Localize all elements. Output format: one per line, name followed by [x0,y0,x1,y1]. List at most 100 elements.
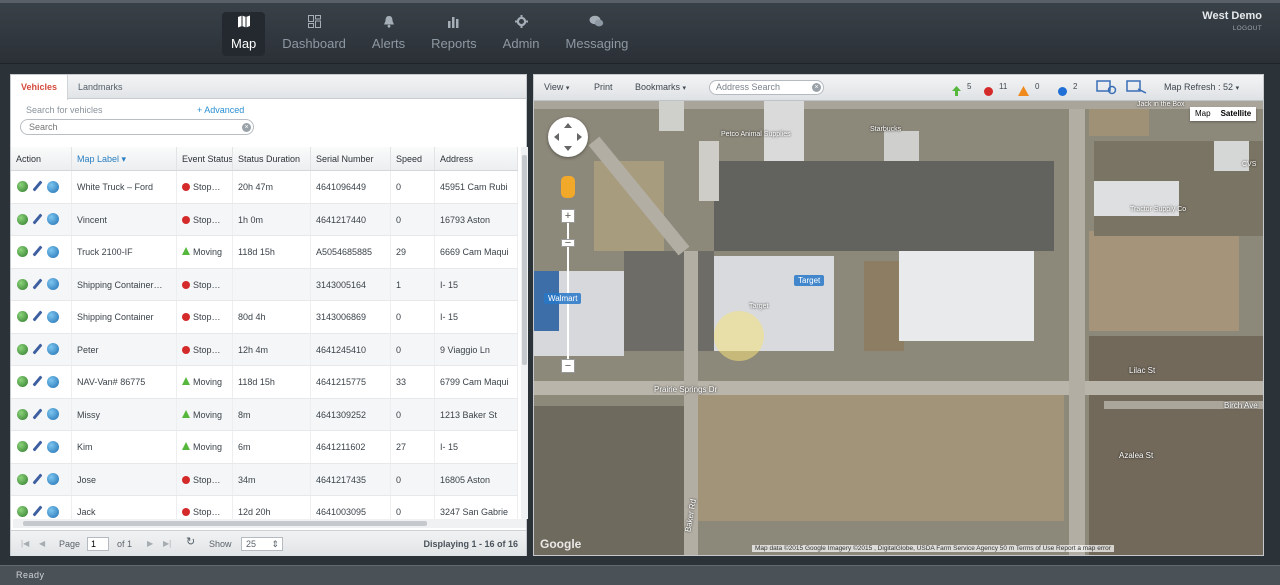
vehicle-info-icon[interactable] [47,310,59,323]
clear-address-icon[interactable]: × [812,83,821,92]
vehicle-info-icon[interactable] [47,375,59,388]
edit-pencil-icon[interactable] [32,181,43,192]
bookmarks-menu[interactable]: Bookmarks ▾ [635,82,686,92]
vertical-scroll-thumb[interactable] [522,155,527,365]
locate-on-map-icon[interactable] [17,213,28,225]
edit-pencil-icon[interactable] [32,311,43,322]
poi-tractor[interactable]: Tractor Supply Co [1130,206,1186,213]
table-row[interactable]: Shipping Container Stop… 80d 4h 3143006869 0… [11,301,518,334]
cell-map-label[interactable]: White Truck – Ford [72,171,177,203]
col-event-status[interactable]: Event Status [177,147,233,170]
edit-pencil-icon[interactable] [32,246,43,257]
last-page-icon[interactable]: ▶| [163,539,173,549]
vehicle-info-icon[interactable] [47,213,59,226]
col-status-duration[interactable]: Status Duration [233,147,311,170]
stopped-count-icon[interactable] [984,83,993,101]
street-view-pegman-icon[interactable] [561,176,575,198]
col-address[interactable]: Address [435,147,518,170]
tab-landmarks[interactable]: Landmarks [68,75,133,99]
nav-dashboard[interactable]: Dashboard [273,12,355,56]
nav-messaging[interactable]: Messaging [557,12,638,56]
edit-pencil-icon[interactable] [32,474,43,485]
locate-on-map-icon[interactable] [17,376,28,388]
zoom-in-button[interactable]: + [561,209,575,223]
map-refresh-countdown[interactable]: Map Refresh : 52 ▾ [1164,82,1239,92]
poi-walmart[interactable]: Walmart [544,293,582,304]
table-row[interactable]: Kim Moving 6m 4641211602 27 I- 15 [11,431,518,464]
col-speed[interactable]: Speed [391,147,435,170]
cell-map-label[interactable]: Shipping Container [72,301,177,333]
address-search-input[interactable]: Address Search × [709,80,824,95]
edit-pencil-icon[interactable] [32,506,43,517]
advanced-search-link[interactable]: + Advanced [197,105,244,115]
poi-target[interactable]: Target [749,303,768,310]
locate-on-map-icon[interactable] [17,311,28,323]
locate-on-map-icon[interactable] [17,181,28,193]
edit-pencil-icon[interactable] [32,441,43,452]
table-row[interactable]: Truck 2100-IF Moving 118d 15h A5054685885 29… [11,236,518,269]
cell-map-label[interactable]: Missy [72,398,177,430]
edit-pencil-icon[interactable] [32,409,43,420]
cell-map-label[interactable]: Vincent [72,203,177,235]
cell-map-label[interactable]: Truck 2100-IF [72,236,177,268]
cell-map-label[interactable]: Peter [72,333,177,365]
poi-petco[interactable]: Petco Animal Supplies [721,131,791,138]
cell-map-label[interactable]: NAV-Van# 86775 [72,366,177,398]
cell-map-label[interactable]: Kim [72,431,177,463]
poi-jack[interactable]: Jack in the Box [1137,101,1184,108]
locate-on-map-icon[interactable] [17,441,28,453]
zoom-slider-handle[interactable]: − [561,238,575,249]
print-button[interactable]: Print [594,82,613,92]
page-size-select[interactable]: 25 ⇕ [241,537,283,551]
vehicle-info-icon[interactable] [47,440,59,453]
vehicle-search-input[interactable] [20,119,254,135]
first-page-icon[interactable]: |◀ [21,539,31,549]
grid-horizontal-scrollbar[interactable] [13,519,526,528]
tab-vehicles[interactable]: Vehicles [11,75,69,100]
page-number-input[interactable] [87,537,109,551]
table-row[interactable]: Shipping Container… Stop… 3143005164 1 I- 15 [11,268,518,301]
nav-admin[interactable]: Admin [494,12,549,56]
zoom-out-button[interactable]: − [561,359,575,373]
vehicle-info-icon[interactable] [47,473,59,486]
edit-pencil-icon[interactable] [32,214,43,225]
col-map-label[interactable]: Map Label ▾ [72,147,177,170]
locate-on-map-icon[interactable] [17,278,28,290]
nav-map[interactable]: Map [222,12,266,56]
poi-cvs[interactable]: CVS [1242,161,1256,168]
col-serial-number[interactable]: Serial Number [311,147,391,170]
table-row[interactable]: White Truck – Ford Stop… 20h 47m 4641096449… [11,171,518,204]
pan-control[interactable] [548,117,588,157]
table-row[interactable]: Peter Stop… 12h 4m 4641245410 0 9 Viaggio Ln [11,333,518,366]
locate-on-map-icon[interactable] [17,343,28,355]
vehicle-info-icon[interactable] [47,505,59,518]
locate-on-map-icon[interactable] [17,506,28,518]
nav-reports[interactable]: Reports [422,12,486,56]
col-action[interactable]: Action [11,147,72,170]
idle-count-icon[interactable] [1058,83,1067,101]
poi-starbucks[interactable]: Starbucks [870,126,901,133]
satellite-map[interactable]: + − − Map Satellite Petco Animal Supplie… [534,101,1263,555]
poi-target-tag[interactable]: Target [794,275,825,286]
table-row[interactable]: NAV-Van# 86775 Moving 118d 15h 4641215775 33… [11,366,518,399]
locate-on-map-icon[interactable] [17,408,28,420]
warning-count-icon[interactable] [1018,83,1029,101]
nav-alerts[interactable]: Alerts [363,12,414,56]
view-menu[interactable]: View ▾ [544,82,569,92]
cell-map-label[interactable]: Jack [72,496,177,519]
map-type-satellite[interactable]: Satellite [1216,107,1257,121]
table-row[interactable]: Missy Moving 8m 4641309252 0 1213 Baker St [11,398,518,431]
refresh-icon[interactable]: ↻ [186,537,196,548]
table-row[interactable]: Jose Stop… 34m 4641217435 0 16805 Aston [11,463,518,496]
locate-on-map-icon[interactable] [17,473,28,485]
cell-map-label[interactable]: Shipping Container… [72,268,177,300]
locate-on-map-icon[interactable] [17,246,28,258]
edit-pencil-icon[interactable] [32,344,43,355]
table-row[interactable]: Jack Stop… 12d 20h 4641003095 0 3247 San Gabr… [11,496,518,519]
next-page-icon[interactable]: ▶ [147,539,157,549]
horizontal-scroll-thumb[interactable] [23,521,427,526]
vehicle-info-icon[interactable] [47,180,59,193]
vehicle-info-icon[interactable] [47,343,59,356]
edit-pencil-icon[interactable] [32,279,43,290]
lasso-select-icon[interactable] [1126,79,1148,100]
